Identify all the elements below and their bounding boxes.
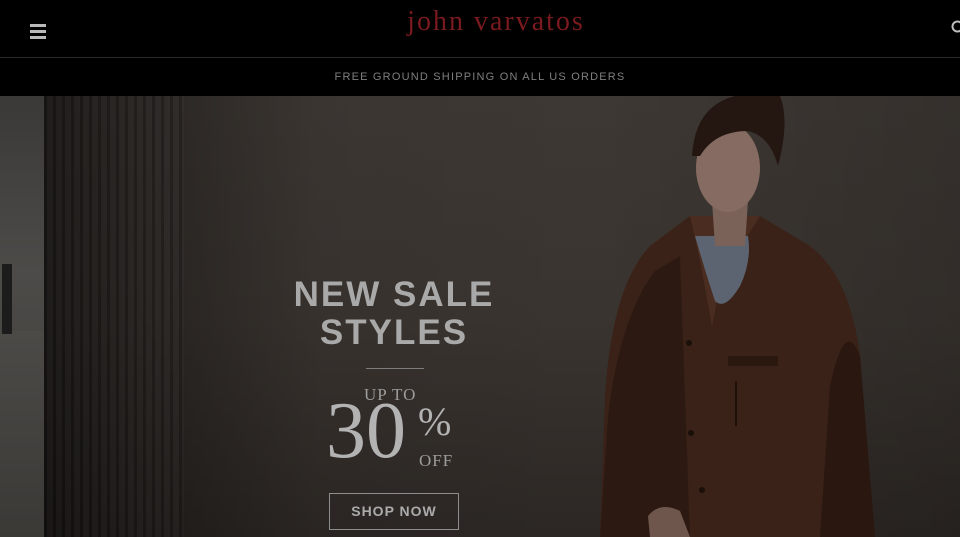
- promo-banner[interactable]: FREE GROUND SHIPPING ON ALL US ORDERS: [0, 58, 960, 96]
- brand-logo[interactable]: john varvatos: [0, 6, 960, 38]
- hero-discount-number: 30: [326, 387, 406, 475]
- hero-percent-sign: %: [418, 399, 452, 444]
- search-icon[interactable]: [951, 20, 960, 36]
- site-header: john varvatos: [0, 0, 960, 58]
- hero-off-text: OFF: [419, 451, 454, 470]
- hero-divider: [366, 368, 424, 369]
- shop-now-button[interactable]: SHOP NOW: [329, 493, 459, 530]
- hero-headline: NEW SALE STYLES: [293, 275, 495, 352]
- hero-banner[interactable]: NEW SALE STYLES UP TO 30 % OFF SHOP NOW: [0, 96, 960, 537]
